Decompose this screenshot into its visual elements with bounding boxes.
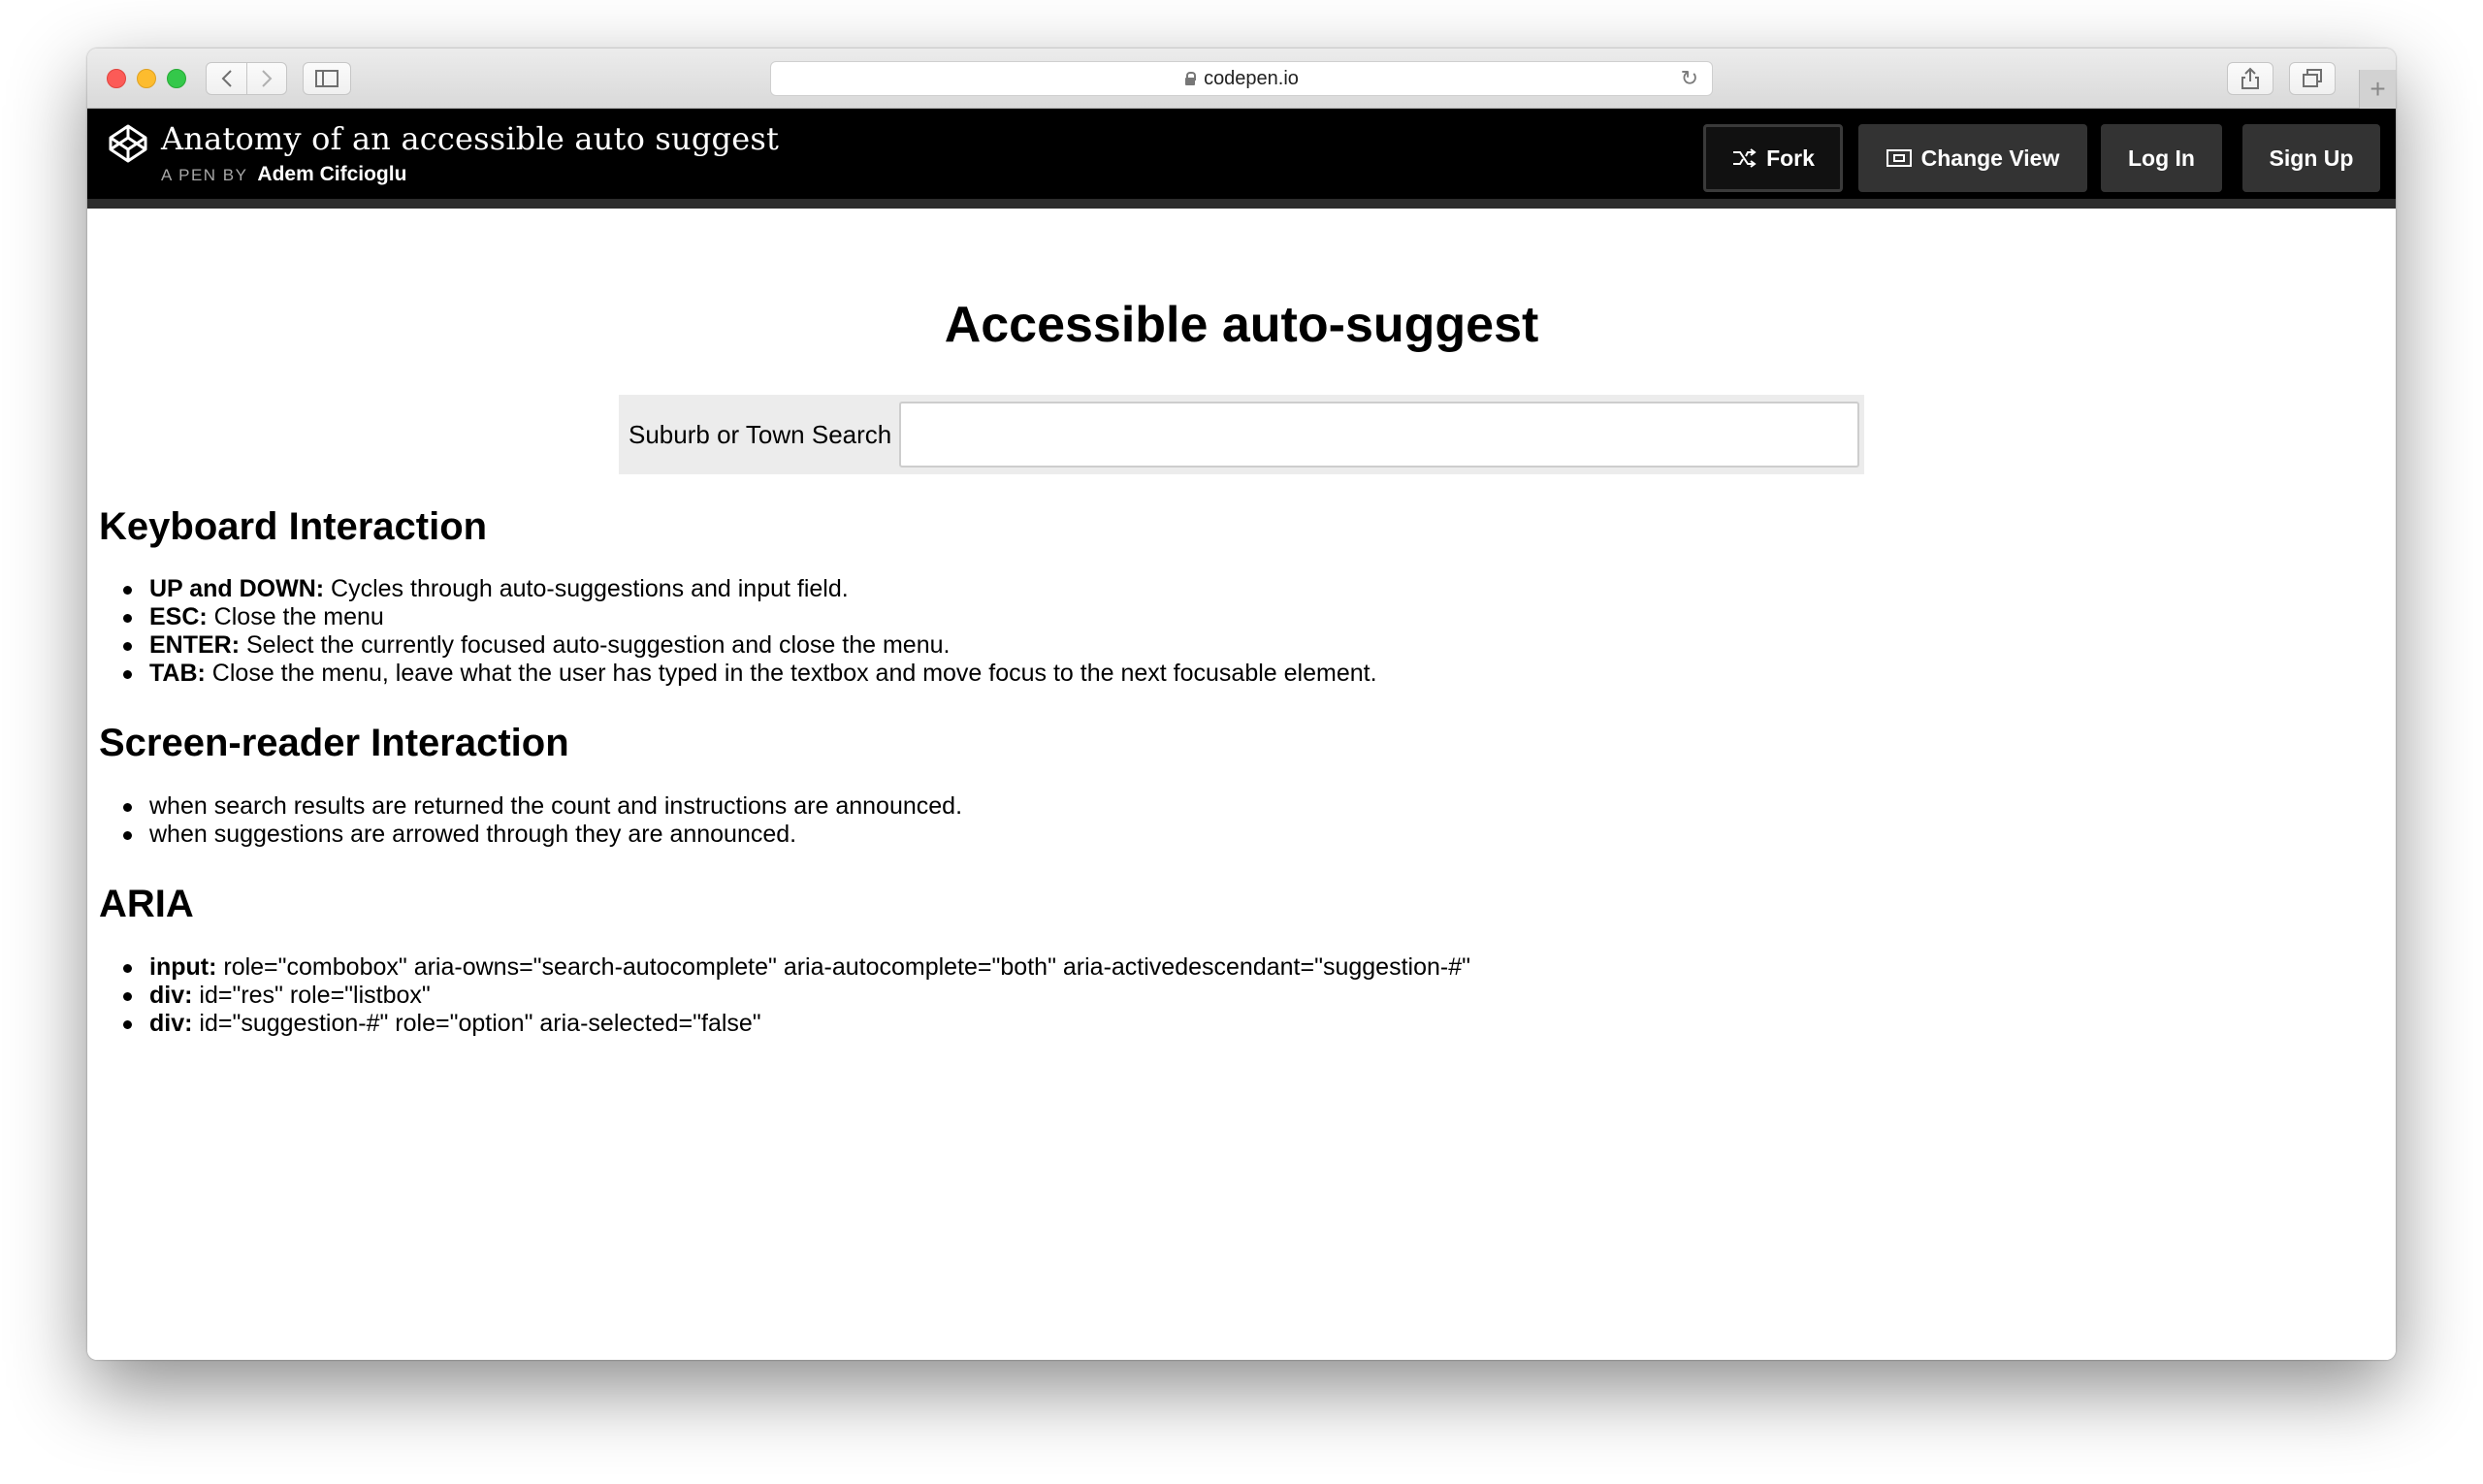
screen-reader-list: when search results are returned the cou…: [122, 792, 963, 849]
list-item: TAB: Close the menu, leave what the user…: [123, 660, 1377, 688]
item-text: id="suggestion-#" role="option" aria-sel…: [192, 1010, 761, 1037]
item-text: id="res" role="listbox": [192, 982, 431, 1009]
codepen-header: Anatomy of an accessible auto suggest A …: [87, 109, 2396, 209]
item-key: UP and DOWN:: [149, 575, 325, 602]
section-heading-screen-reader: Screen-reader Interaction: [99, 722, 569, 764]
search-input[interactable]: [899, 402, 1860, 468]
new-tab-button[interactable]: +: [2359, 70, 2396, 109]
sign-up-button[interactable]: Sign Up: [2242, 124, 2380, 192]
list-item: when search results are returned the cou…: [122, 792, 963, 821]
log-in-label: Log In: [2128, 145, 2195, 171]
list-item: UP and DOWN: Cycles through auto-suggest…: [123, 575, 1377, 603]
browser-window: codepen.io ↻ + Anatomy of an accessible …: [87, 48, 2396, 1360]
item-text: Select the currently focused auto-sugges…: [240, 631, 951, 659]
list-item: when suggestions are arrowed through the…: [122, 821, 962, 849]
list-item: input: role="combobox" aria-owns="search…: [123, 953, 1470, 982]
share-icon: [2241, 67, 2259, 89]
list-item: div: id="suggestion-#" role="option" ari…: [123, 1010, 1470, 1038]
section-heading-keyboard: Keyboard Interaction: [99, 505, 488, 548]
list-item: ESC: Close the menu: [123, 603, 1377, 631]
history-nav: [206, 62, 287, 95]
list-item: ENTER: Select the currently focused auto…: [123, 631, 1377, 660]
item-text: Cycles through auto-suggestions and inpu…: [324, 575, 849, 602]
log-in-button[interactable]: Log In: [2101, 124, 2222, 192]
share-button[interactable]: [2227, 62, 2273, 95]
section-heading-aria: ARIA: [99, 883, 194, 925]
page-title: Accessible auto-suggest: [944, 297, 1539, 353]
show-tabs-button[interactable]: [2289, 62, 2336, 95]
author-link[interactable]: Adem Cifcioglu: [257, 163, 406, 185]
item-key: div:: [149, 982, 193, 1009]
item-text: when suggestions are arrowed through the…: [149, 821, 797, 848]
back-button[interactable]: [207, 63, 246, 94]
item-text: Close the menu: [207, 603, 384, 630]
forward-button[interactable]: [246, 63, 286, 94]
sidebar-icon: [315, 70, 339, 87]
codepen-logo-icon[interactable]: [107, 122, 149, 165]
pen-title: Anatomy of an accessible auto suggest: [161, 120, 780, 157]
url-text: codepen.io: [1204, 67, 1299, 89]
search-container: Suburb or Town Search: [619, 395, 1864, 474]
aria-list: input: role="combobox" aria-owns="search…: [123, 953, 1470, 1038]
zoom-window-button[interactable]: [167, 69, 186, 88]
chevron-right-icon: [262, 70, 273, 87]
reload-icon[interactable]: ↻: [1681, 66, 1698, 91]
sidebar-toggle-button[interactable]: [303, 62, 351, 95]
item-key: ESC:: [149, 603, 208, 630]
address-bar[interactable]: codepen.io ↻: [770, 61, 1713, 96]
lock-icon: [1184, 72, 1197, 85]
change-view-label: Change View: [1920, 145, 2060, 171]
keyboard-list: UP and DOWN: Cycles through auto-suggest…: [123, 575, 1377, 688]
sign-up-label: Sign Up: [2269, 145, 2354, 171]
change-view-button[interactable]: Change View: [1858, 124, 2087, 192]
item-text: role="combobox" aria-owns="search-autoco…: [216, 953, 1470, 981]
list-item: div: id="res" role="listbox": [123, 982, 1470, 1010]
close-window-button[interactable]: [107, 69, 126, 88]
plus-icon: +: [2370, 74, 2386, 104]
item-text: when search results are returned the cou…: [149, 792, 963, 820]
pen-preview: Accessible auto-suggest Suburb or Town S…: [87, 218, 2396, 1360]
fork-label: Fork: [1766, 145, 1815, 171]
fork-icon: [1731, 148, 1757, 168]
fork-button[interactable]: Fork: [1703, 124, 1843, 192]
item-key: div:: [149, 1010, 193, 1037]
item-text: Close the menu, leave what the user has …: [205, 660, 1377, 687]
item-key: input:: [149, 953, 217, 981]
item-key: TAB:: [149, 660, 206, 687]
chevron-left-icon: [221, 70, 232, 87]
browser-toolbar: codepen.io ↻ +: [87, 48, 2396, 109]
change-view-icon: [1886, 148, 1912, 168]
tabs-overview-icon: [2303, 69, 2322, 87]
search-label: Suburb or Town Search: [629, 419, 892, 449]
item-key: ENTER:: [149, 631, 241, 659]
minimize-window-button[interactable]: [137, 69, 156, 88]
pen-byline: A PEN BY Adem Cifcioglu: [161, 163, 406, 186]
byline-prefix: A PEN BY: [161, 166, 248, 184]
